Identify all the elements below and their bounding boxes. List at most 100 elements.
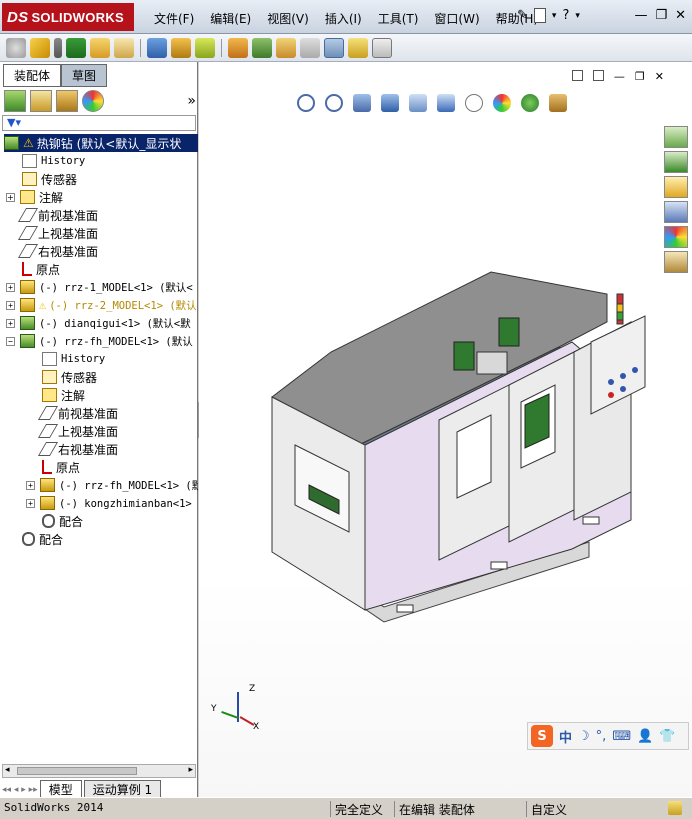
tree-item-top-plane[interactable]: 上视基准面: [37, 422, 118, 440]
graphics-area[interactable]: — ❐ ✕ Z Y X: [199, 62, 692, 797]
close-icon[interactable]: ✕: [675, 8, 686, 23]
restore-icon[interactable]: ❐: [655, 8, 667, 23]
tree-item-component[interactable]: + (-) dianqigui<1> (默认<默: [6, 314, 191, 332]
move-component-icon[interactable]: [90, 37, 110, 58]
tree-item-component[interactable]: + (-) rrz-1_MODEL<1> (默认<: [6, 278, 193, 296]
tree-item-right-plane[interactable]: 右视基准面: [37, 440, 119, 458]
menu-tools[interactable]: 工具(T): [370, 10, 427, 27]
smart-fasteners-icon[interactable]: [54, 37, 62, 58]
units-status[interactable]: 自定义: [526, 801, 567, 817]
sensor-icon: [42, 370, 57, 384]
control-button[interactable]: [632, 367, 638, 373]
pattern-icon[interactable]: [66, 37, 86, 58]
tree-item-sensors[interactable]: 传感器: [42, 368, 97, 386]
reference-geometry-icon[interactable]: [195, 37, 215, 58]
control-button[interactable]: [608, 392, 614, 398]
sogou-logo-icon[interactable]: S: [531, 725, 553, 747]
scroll-left-icon[interactable]: ◂: [5, 765, 10, 775]
tree-root[interactable]: ⚠ 热铆钻 (默认<默认_显示状: [4, 134, 198, 152]
configuration-manager-icon[interactable]: [56, 90, 78, 112]
tree-item-right-plane[interactable]: 右视基准面: [17, 242, 98, 260]
scroll-thumb[interactable]: [17, 767, 137, 775]
machine-model[interactable]: [199, 62, 692, 797]
menu-edit[interactable]: 编辑(E): [202, 10, 259, 27]
new-document-icon[interactable]: [533, 8, 546, 23]
solidworks-logo[interactable]: DS SOLIDWORKS: [2, 3, 134, 31]
tree-item-origin[interactable]: 原点: [42, 458, 80, 476]
tree-item-front-plane[interactable]: 前视基准面: [37, 404, 118, 422]
plane-icon: [17, 226, 39, 240]
menu-window[interactable]: 窗口(W): [426, 10, 487, 27]
tree-item-mates[interactable]: 配合: [42, 512, 83, 530]
tree-item-component[interactable]: + ⚠ (-) rrz-2_MODEL<1> (默认: [6, 296, 197, 314]
rotate-component-icon[interactable]: [114, 37, 134, 58]
exploded-view-icon[interactable]: [276, 37, 296, 58]
filter-field[interactable]: ▼▾: [2, 115, 196, 131]
tree-item-history[interactable]: History: [22, 152, 85, 170]
expand-icon[interactable]: +: [6, 282, 15, 292]
new-motion-study-icon[interactable]: [228, 37, 248, 58]
tree-item-history[interactable]: History: [42, 350, 105, 368]
expand-icon[interactable]: +: [26, 498, 35, 508]
expand-icon[interactable]: +: [6, 192, 15, 202]
minimize-icon[interactable]: —: [634, 8, 647, 23]
horizontal-scrollbar[interactable]: ◂ ▸: [2, 764, 196, 778]
filter-icon[interactable]: ▼▾: [7, 116, 21, 129]
base-slot: [582, 516, 600, 525]
skin-icon[interactable]: 👕: [659, 729, 675, 744]
insert-components-icon[interactable]: [6, 37, 26, 58]
control-button[interactable]: [620, 373, 626, 379]
control-button[interactable]: [620, 386, 626, 392]
tree-label: (-) rrz-2_MODEL<1> (默认: [49, 299, 197, 312]
tree-item-component[interactable]: + (-) kongzhimianban<1> (默: [26, 494, 198, 512]
rebuild-icon[interactable]: [668, 801, 682, 815]
show-hidden-icon[interactable]: [147, 37, 167, 58]
pin-icon[interactable]: ✎: [517, 8, 528, 23]
tree-label: 传感器: [41, 172, 78, 187]
instant3d-icon[interactable]: [372, 37, 392, 58]
chevron-right-double-icon[interactable]: »: [187, 93, 196, 109]
expand-icon[interactable]: +: [6, 318, 15, 328]
tree-label: 右视基准面: [58, 442, 119, 457]
assembly-features-icon[interactable]: [171, 37, 191, 58]
user-icon[interactable]: 👤: [637, 729, 653, 744]
chevron-down-icon[interactable]: ▾: [552, 11, 557, 21]
help-icon[interactable]: ?: [562, 8, 569, 23]
clearance-verification-icon[interactable]: [348, 37, 368, 58]
control-button[interactable]: [608, 379, 614, 385]
feature-manager-icon[interactable]: [4, 90, 26, 112]
tree-item-origin[interactable]: 原点: [22, 260, 60, 278]
interference-detection-icon[interactable]: [324, 37, 344, 58]
tab-assembly[interactable]: 装配体: [3, 64, 62, 87]
tree-item-mates[interactable]: 配合: [22, 530, 63, 548]
tree-item-component[interactable]: + (-) rrz-fh_MODEL<1> (默: [26, 476, 198, 494]
tree-item-top-plane[interactable]: 上视基准面: [17, 224, 98, 242]
moon-icon[interactable]: ☽: [578, 729, 590, 744]
tree-item-front-plane[interactable]: 前视基准面: [17, 206, 98, 224]
tab-sketch[interactable]: 草图: [61, 64, 108, 87]
expand-icon[interactable]: +: [26, 480, 35, 490]
scroll-right-icon[interactable]: ▸: [188, 765, 193, 775]
tree-item-sensors[interactable]: 传感器: [22, 170, 77, 188]
display-manager-icon[interactable]: [82, 90, 104, 112]
keyboard-icon[interactable]: ⌨: [612, 729, 631, 744]
tree-item-component[interactable]: − (-) rrz-fh_MODEL<1> (默认: [6, 332, 193, 350]
tree-item-annotations[interactable]: 注解: [42, 386, 85, 404]
chevron-down-icon[interactable]: ▾: [575, 11, 580, 21]
ime-mode[interactable]: 中: [559, 727, 572, 746]
collapse-icon[interactable]: −: [6, 336, 15, 346]
mate-icon[interactable]: [30, 37, 50, 58]
expand-icon[interactable]: +: [6, 300, 15, 310]
menu-file[interactable]: 文件(F): [146, 10, 202, 27]
bill-of-materials-icon[interactable]: [252, 37, 272, 58]
ime-toolbar[interactable]: S 中 ☽ °, ⌨ 👤 👕: [527, 722, 689, 750]
menu-view[interactable]: 视图(V): [259, 10, 317, 27]
explode-line-sketch-icon[interactable]: [300, 37, 320, 58]
plane-icon: [37, 424, 59, 438]
property-manager-icon[interactable]: [30, 90, 52, 112]
ime-punctuation[interactable]: °,: [596, 729, 607, 744]
menu-insert[interactable]: 插入(I): [317, 10, 370, 27]
machine-control-panel[interactable]: [590, 315, 646, 415]
tab-nav-first-icon[interactable]: ◂◂ ◂ ▸ ▸▸: [2, 785, 38, 795]
tree-item-annotations[interactable]: + 注解: [6, 188, 63, 206]
